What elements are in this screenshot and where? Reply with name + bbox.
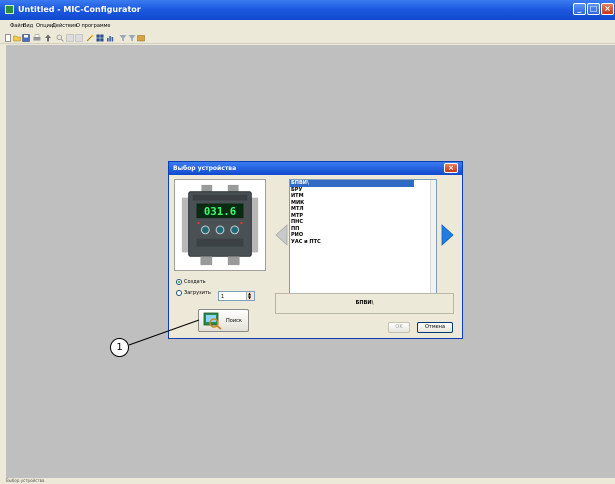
dialog-title: Выбор устройства	[173, 165, 237, 172]
load-number-spinner[interactable]: ▲ ▼	[218, 291, 255, 301]
menu-bar: Файл Вид Опции Действия О программе	[0, 21, 615, 32]
selected-device-field: БПВИ\	[275, 293, 454, 314]
search-button[interactable]: Поиск	[198, 309, 249, 332]
cut-icon[interactable]	[66, 34, 74, 42]
device-selection-dialog: Выбор устройства × 031.6 Создать Загрузи…	[168, 161, 463, 339]
window-titlebar[interactable]: Untitled - MIC-Configurator _ □ ×	[0, 0, 615, 20]
wand-icon[interactable]	[86, 34, 94, 42]
chart-icon[interactable]	[106, 34, 114, 42]
search-device-icon	[203, 312, 222, 330]
spinner-arrows[interactable]: ▲ ▼	[246, 292, 254, 300]
copy-icon[interactable]	[75, 34, 83, 42]
load-number-input[interactable]	[221, 293, 241, 300]
minimize-button[interactable]: _	[573, 3, 586, 15]
ok-button[interactable]: OK	[388, 322, 410, 333]
list-item[interactable]: УАС и ПТС	[290, 239, 436, 246]
save-icon[interactable]	[22, 34, 30, 42]
close-button[interactable]: ×	[601, 3, 614, 15]
table-icon[interactable]	[96, 34, 104, 42]
open-folder-icon[interactable]	[13, 34, 21, 42]
menu-item-file[interactable]: Файл	[10, 23, 24, 29]
menu-item-about[interactable]: О программе	[76, 23, 111, 29]
menu-item-actions[interactable]: Действия	[52, 23, 77, 29]
list-scrollbar[interactable]	[430, 180, 436, 293]
search-button-label: Поиск	[226, 318, 242, 324]
next-arrow-icon[interactable]	[441, 224, 454, 246]
toolbar	[0, 32, 615, 44]
device-icon[interactable]	[137, 34, 145, 42]
menu-item-options[interactable]: Опции	[36, 23, 53, 29]
device-image: 031.6	[174, 179, 266, 271]
upload-icon[interactable]	[44, 34, 52, 42]
device-list[interactable]: БПВИ\ БРУ ИТМ МИК МТЛ МТР ПНС ПП РИО УАС…	[289, 179, 437, 294]
search-icon[interactable]	[56, 34, 64, 42]
dialog-close-button[interactable]: ×	[444, 163, 458, 173]
app-icon	[5, 5, 14, 14]
menu-item-view[interactable]: Вид	[23, 23, 33, 29]
cancel-button[interactable]: Отмена	[417, 322, 453, 333]
create-radio-button[interactable]	[176, 279, 182, 285]
device-display-readout: 031.6	[204, 205, 236, 218]
spinner-down-icon[interactable]: ▼	[248, 296, 251, 300]
filter-icon[interactable]	[119, 34, 127, 42]
status-text: Выбор устройства	[6, 478, 45, 483]
callout-number: 1	[110, 338, 129, 357]
previous-arrow-icon[interactable]	[275, 224, 288, 246]
maximize-button[interactable]: □	[587, 3, 600, 15]
dialog-titlebar[interactable]: Выбор устройства ×	[169, 162, 462, 175]
window-title: Untitled - MIC-Configurator	[18, 5, 141, 14]
main-window: Untitled - MIC-Configurator _ □ × Файл В…	[0, 0, 615, 484]
status-bar: Выбор устройства	[0, 478, 615, 484]
load-radio[interactable]: Загрузить	[176, 290, 211, 297]
create-radio[interactable]: Создать	[176, 279, 206, 286]
create-radio-label: Создать	[184, 279, 206, 285]
load-radio-button[interactable]	[176, 290, 182, 296]
load-radio-label: Загрузить	[184, 290, 211, 296]
new-file-icon[interactable]	[4, 34, 12, 42]
settings-icon[interactable]	[128, 34, 136, 42]
print-icon[interactable]	[33, 34, 41, 42]
